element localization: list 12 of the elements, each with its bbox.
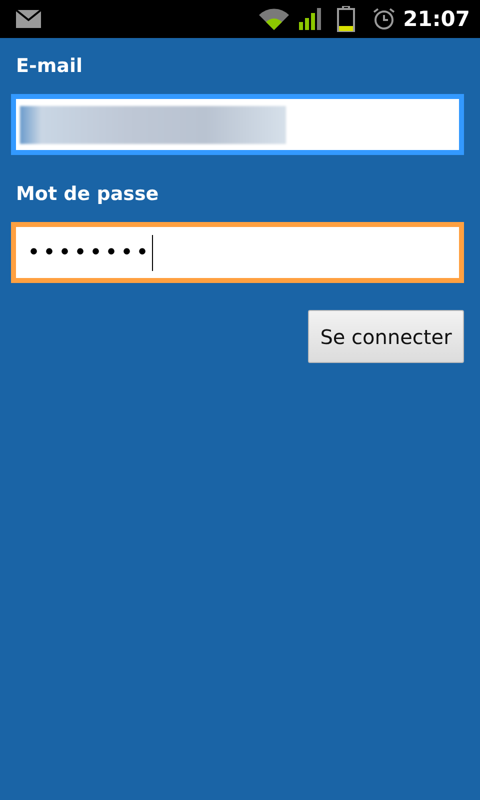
password-label: Mot de passe <box>16 182 160 206</box>
wifi-icon <box>259 8 290 30</box>
login-button[interactable]: Se connecter <box>308 310 464 363</box>
clock-time: 21:07 <box>403 7 470 31</box>
email-label: E-mail <box>16 54 84 78</box>
password-field[interactable]: •••••••• <box>11 222 464 283</box>
text-cursor <box>152 234 154 270</box>
signal-icon <box>299 8 324 30</box>
alarm-clock-icon <box>373 8 396 30</box>
email-field[interactable] <box>11 94 464 155</box>
mail-icon <box>16 10 41 28</box>
battery-icon <box>337 6 356 32</box>
